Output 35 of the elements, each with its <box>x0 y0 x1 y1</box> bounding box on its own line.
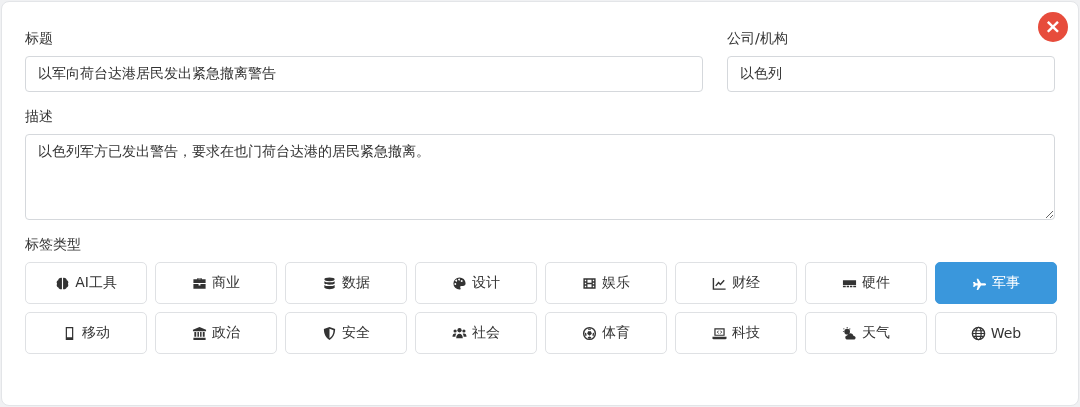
film-icon <box>582 275 597 291</box>
briefcase-icon <box>192 275 207 291</box>
tag-button[interactable]: 社会 <box>415 312 537 354</box>
field-label: 标签类型 <box>25 235 82 254</box>
tag-button[interactable]: 设计 <box>415 262 537 304</box>
cloud-sun-icon <box>842 325 857 341</box>
tag-button[interactable]: 移动 <box>25 312 147 354</box>
tag-button[interactable]: 安全 <box>285 312 407 354</box>
tag-button[interactable]: 财经 <box>675 262 797 304</box>
tag-button[interactable]: AI工具 <box>25 262 147 304</box>
close-button[interactable]: × <box>1038 12 1068 42</box>
laptop-icon <box>712 325 727 341</box>
field-label: 公司/机构 <box>727 29 789 48</box>
description-field[interactable]: 以色列军方已发出警告，要求在也门荷台达港的居民紧急撤离。 <box>25 134 1055 220</box>
tag-button[interactable]: 数据 <box>285 262 407 304</box>
company-field[interactable]: 以色列 <box>727 56 1055 92</box>
database-icon <box>322 275 337 291</box>
palette-icon <box>452 275 467 291</box>
tag-button[interactable]: 科技 <box>675 312 797 354</box>
field-label: 描述 <box>25 107 54 126</box>
tag-button[interactable]: 娱乐 <box>545 262 667 304</box>
tag-button[interactable]: 商业 <box>155 262 277 304</box>
globe-icon <box>970 325 986 341</box>
tag-button[interactable]: 政治 <box>155 312 277 354</box>
shield-icon <box>322 325 337 341</box>
tag-button[interactable]: 硬件 <box>805 262 927 304</box>
brain-icon <box>55 275 71 291</box>
field-label: 标题 <box>25 29 54 48</box>
building-icon <box>192 325 207 341</box>
users-icon <box>452 325 467 341</box>
tag-button[interactable]: 体育 <box>545 312 667 354</box>
tag-button[interactable]: Web <box>935 312 1057 354</box>
line-chart-icon <box>712 275 727 291</box>
title-field[interactable]: 以军向荷台达港居民发出紧急撤离警告 <box>25 56 703 92</box>
tag-button[interactable]: 天气 <box>805 312 927 354</box>
